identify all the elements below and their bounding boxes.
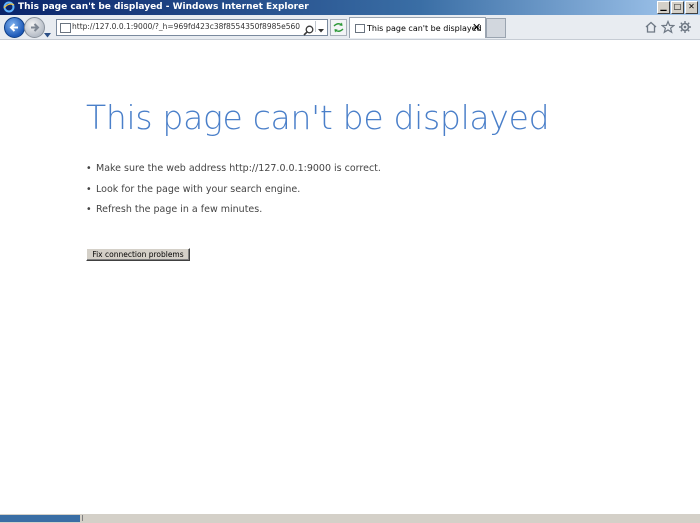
window-title: This page can't be displayed - Windows I… bbox=[18, 2, 309, 12]
list-item: • Make sure the web address http://127.0.… bbox=[86, 163, 381, 184]
refresh-icon bbox=[333, 22, 344, 33]
page-title: This page can't be displayed bbox=[86, 98, 550, 137]
navigation-toolbar: This page can't be displayed ✕ bbox=[0, 15, 700, 40]
tab-current-page[interactable]: This page can't be displayed ✕ bbox=[349, 17, 486, 38]
minimize-button[interactable]: ▁ bbox=[657, 1, 670, 14]
address-input[interactable] bbox=[72, 20, 300, 33]
list-item: • Look for the page with your search engi… bbox=[86, 184, 381, 205]
tip-text: Look for the page with your search engin… bbox=[96, 183, 301, 195]
back-arrow-icon bbox=[9, 23, 18, 32]
address-bar[interactable] bbox=[56, 19, 328, 36]
gear-icon bbox=[679, 21, 691, 33]
page-content: This page can't be displayed • Make sure … bbox=[0, 40, 700, 513]
tip-text: Refresh the page in a few minutes. bbox=[96, 204, 263, 215]
favorites-button[interactable] bbox=[660, 19, 676, 38]
search-icon bbox=[303, 25, 314, 36]
new-tab-button[interactable] bbox=[486, 18, 506, 38]
list-item: • Refresh the page in a few minutes. bbox=[86, 204, 381, 225]
maximize-button[interactable]: □ bbox=[671, 1, 684, 14]
forward-arrow-icon bbox=[31, 23, 40, 32]
star-icon bbox=[660, 19, 676, 34]
home-button[interactable] bbox=[644, 19, 658, 38]
home-icon bbox=[645, 21, 657, 33]
chevron-down-icon bbox=[318, 29, 324, 33]
bullet-icon: • bbox=[86, 163, 92, 174]
status-bar-grip bbox=[82, 515, 91, 521]
chevron-down-icon bbox=[44, 33, 51, 38]
tools-button[interactable] bbox=[678, 19, 692, 38]
address-dropdown[interactable] bbox=[315, 21, 326, 33]
tab-label: This page can't be displayed bbox=[367, 24, 482, 33]
page-icon bbox=[355, 24, 365, 33]
maximize-icon: □ bbox=[673, 2, 682, 11]
forward-button[interactable] bbox=[24, 17, 45, 38]
refresh-button[interactable] bbox=[330, 19, 347, 36]
fix-connection-button[interactable]: Fix connection problems bbox=[86, 248, 190, 261]
page-icon bbox=[60, 23, 71, 33]
tab-close-button[interactable]: ✕ bbox=[472, 21, 481, 34]
tip-text: Make sure the web address http://127.0.0… bbox=[96, 163, 381, 174]
back-button[interactable] bbox=[4, 17, 25, 38]
ie-logo-icon bbox=[3, 1, 15, 13]
title-bar: This page can't be displayed - Windows I… bbox=[0, 0, 700, 15]
troubleshooting-list: • Make sure the web address http://127.0.… bbox=[86, 163, 381, 225]
taskbar bbox=[0, 515, 80, 522]
close-window-button[interactable]: ✕ bbox=[685, 1, 698, 14]
bullet-icon: • bbox=[86, 204, 92, 215]
bullet-icon: • bbox=[86, 183, 92, 195]
minimize-icon: ▁ bbox=[660, 2, 667, 11]
search-button[interactable] bbox=[303, 21, 314, 40]
close-icon: ✕ bbox=[688, 2, 695, 11]
